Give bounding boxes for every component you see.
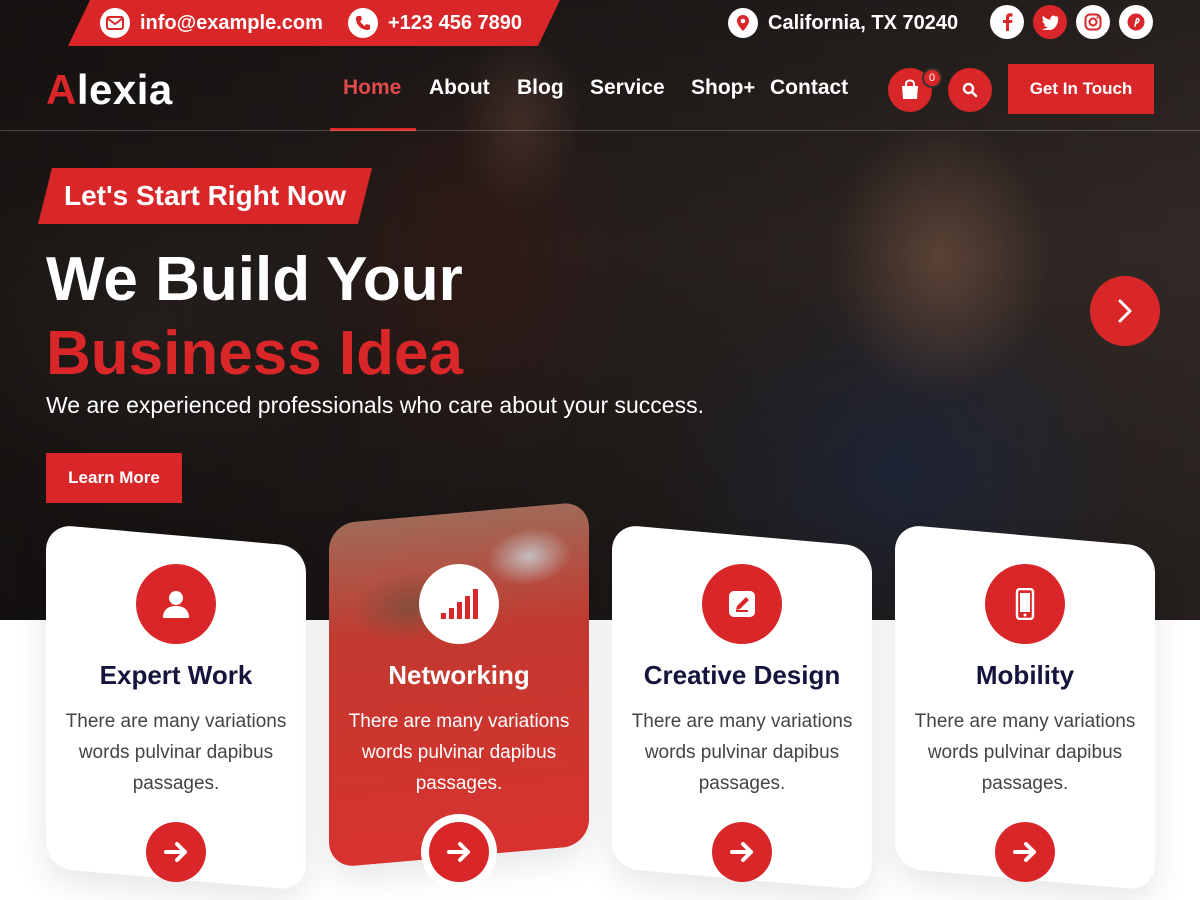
topbar-phone[interactable]: +123 456 7890 [348, 0, 522, 46]
search-icon [962, 82, 978, 98]
hero-subheadline: We are experienced professionals who car… [46, 392, 704, 418]
arrow-right-icon [1013, 842, 1036, 862]
topbar-email[interactable]: info@example.com [100, 0, 323, 46]
arrow-right-icon [447, 842, 470, 862]
service-description: There are many variations words pulvinar… [914, 711, 1136, 794]
pinterest-icon[interactable] [1119, 5, 1153, 39]
arrow-right-icon [164, 842, 187, 862]
nav-shop[interactable]: Shop+ [691, 76, 755, 100]
hero-headline-line1: We Build Your [46, 245, 463, 314]
arrow-right-icon [730, 842, 753, 862]
nav-contact[interactable]: Contact [770, 76, 848, 100]
shopping-bag-icon [902, 79, 918, 99]
topbar-location-text: California, TX 70240 [768, 11, 959, 34]
service-title: Expert Work [99, 660, 253, 690]
facebook-icon[interactable] [990, 5, 1024, 39]
service-description: There are many variations words pulvinar… [631, 711, 853, 794]
nav-home[interactable]: Home [343, 76, 401, 100]
topbar-phone-text: +123 456 7890 [388, 11, 523, 34]
logo-initial: A [46, 66, 77, 113]
service-more-button[interactable] [429, 822, 489, 882]
service-card: Networking There are many variations wor… [329, 501, 589, 882]
instagram-icon[interactable] [1076, 5, 1110, 39]
nav-shop-label: Shop [691, 76, 744, 99]
header-divider [0, 130, 1200, 131]
site-logo[interactable]: Alexia [46, 66, 173, 114]
service-more-button[interactable] [146, 822, 206, 882]
cart-count-badge: 0 [922, 68, 942, 88]
service-card: Expert Work There are many variations wo… [46, 524, 306, 891]
service-more-button[interactable] [712, 822, 772, 882]
service-card: Creative Design There are many variation… [612, 524, 872, 891]
chevron-right-icon [1118, 299, 1132, 323]
service-card: Mobility There are many variations words… [895, 524, 1155, 891]
nav-service[interactable]: Service [590, 76, 665, 100]
logo-rest: lexia [76, 66, 173, 113]
map-pin-icon [728, 8, 758, 38]
search-button[interactable] [948, 68, 992, 112]
nav-about[interactable]: About [429, 76, 490, 100]
nav-blog[interactable]: Blog [517, 76, 564, 100]
service-title: Mobility [975, 660, 1075, 690]
topbar-location: California, TX 70240 [728, 0, 958, 46]
edit-icon [702, 564, 782, 644]
phone-icon [348, 8, 378, 38]
service-more-button[interactable] [995, 822, 1055, 882]
plus-icon: + [743, 77, 756, 99]
get-in-touch-button[interactable]: Get In Touch [1008, 64, 1154, 114]
topbar-email-text: info@example.com [140, 11, 323, 34]
hero-tagline: Let's Start Right Now [38, 168, 372, 224]
service-title: Networking [388, 660, 530, 690]
service-description: There are many variations words pulvinar… [348, 711, 570, 794]
learn-more-button[interactable]: Learn More [46, 453, 182, 503]
twitter-icon[interactable] [1033, 5, 1067, 39]
service-title: Creative Design [643, 660, 841, 690]
service-description: There are many variations words pulvinar… [65, 711, 287, 794]
user-icon [136, 564, 216, 644]
hero-headline-line2: Business Idea [46, 319, 463, 388]
envelope-icon [100, 8, 130, 38]
bar-chart-icon [419, 564, 499, 644]
mobile-icon [985, 564, 1065, 644]
slider-next-button[interactable] [1090, 276, 1160, 346]
